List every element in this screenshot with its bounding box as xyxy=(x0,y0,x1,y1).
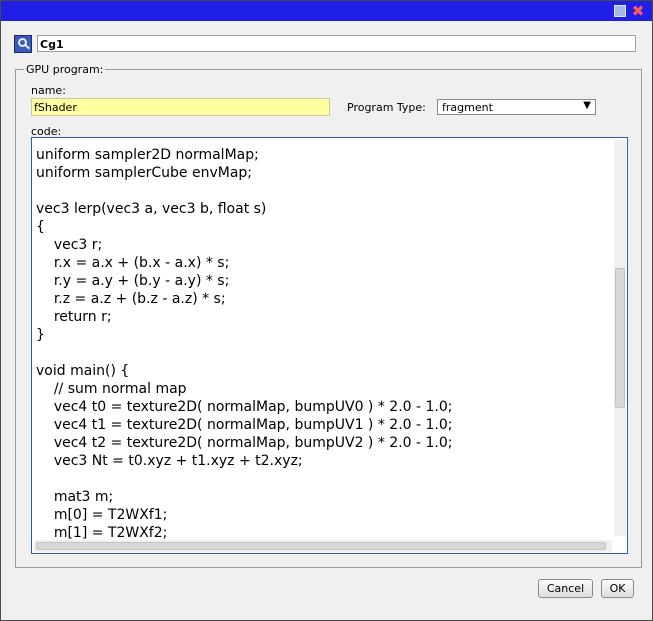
code-text[interactable]: uniform sampler2D normalMap; uniform sam… xyxy=(36,146,452,542)
title-bar: ✖ xyxy=(1,1,652,21)
shader-name-input[interactable]: fShader xyxy=(31,98,330,116)
object-name-field[interactable]: Cg1 xyxy=(37,35,636,52)
name-label: name: xyxy=(31,84,66,97)
dropdown-arrow-icon[interactable]: ▼ xyxy=(583,100,591,111)
program-type-value: fragment xyxy=(442,101,493,114)
ok-button[interactable]: OK xyxy=(601,579,634,598)
maximize-icon[interactable] xyxy=(613,4,627,18)
cancel-button[interactable]: Cancel xyxy=(538,579,593,598)
vertical-scrollbar[interactable] xyxy=(614,140,626,536)
horizontal-scrollbar[interactable] xyxy=(34,540,612,552)
program-type-label: Program Type: xyxy=(347,101,426,114)
code-editor[interactable]: uniform sampler2D normalMap; uniform sam… xyxy=(31,137,628,554)
close-icon[interactable]: ✖ xyxy=(631,4,645,19)
dialog-window: ✖ Cg1 GPU program: name: fShader Program… xyxy=(0,0,653,621)
vertical-scroll-thumb[interactable] xyxy=(615,268,625,408)
cg-program-icon xyxy=(14,35,32,53)
horizontal-scroll-thumb[interactable] xyxy=(36,542,606,550)
program-type-select[interactable]: fragment ▼ xyxy=(437,99,596,115)
gpu-program-legend: GPU program: xyxy=(26,63,104,76)
